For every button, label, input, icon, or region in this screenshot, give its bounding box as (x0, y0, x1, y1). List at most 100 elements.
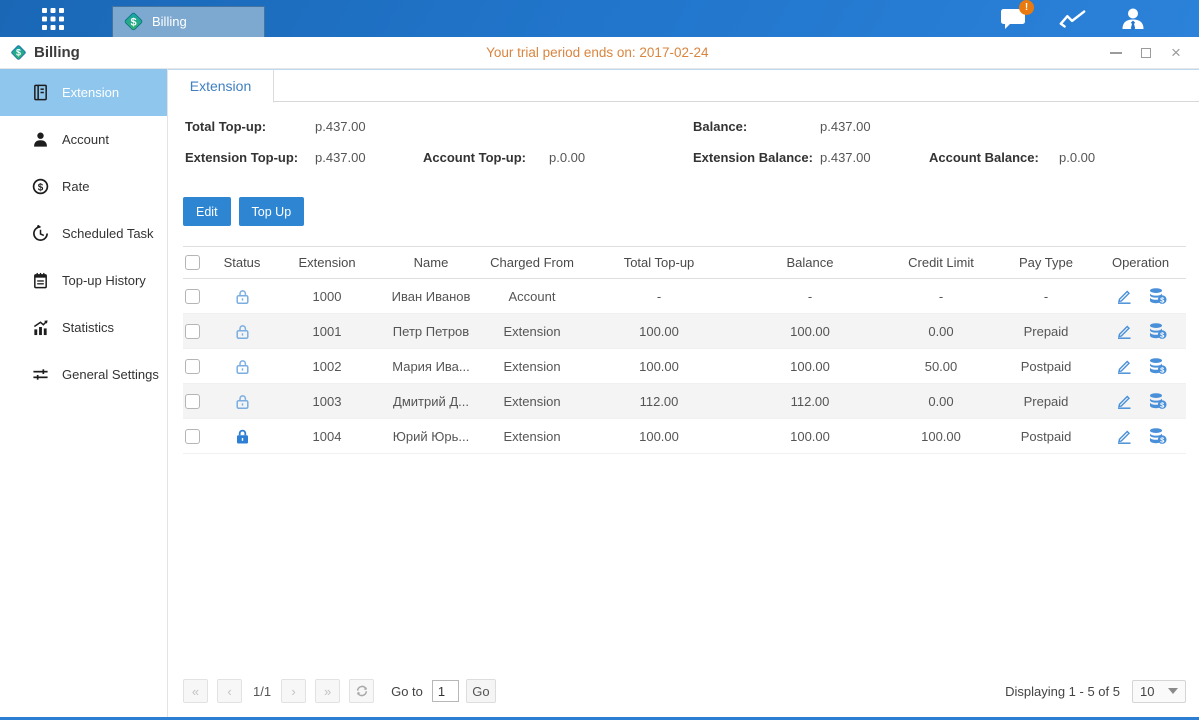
cell-credit-limit: - (885, 289, 997, 304)
app-grid-icon[interactable] (34, 0, 72, 37)
maximize-button[interactable] (1139, 46, 1153, 60)
sidebar-item-statistics[interactable]: Statistics (0, 304, 167, 351)
grid-dots-icon (42, 8, 64, 30)
edit-row-icon[interactable] (1115, 322, 1133, 340)
account-balance-label: Account Balance: (929, 150, 1039, 165)
edit-row-icon[interactable] (1115, 357, 1133, 375)
top-up-row-icon[interactable]: $ (1148, 357, 1167, 375)
cell-total-topup: 112.00 (583, 394, 735, 409)
unlocked-icon (234, 288, 251, 305)
sidebar-item-topup-history[interactable]: Top-up History (0, 257, 167, 304)
table-header: Status Extension Name Charged From Total… (183, 246, 1186, 279)
cell-total-topup: - (583, 289, 735, 304)
general-settings-sliders-icon (31, 366, 49, 384)
cell-operation: $ (1095, 357, 1186, 375)
row-checkbox[interactable] (185, 289, 200, 304)
goto-page-input[interactable] (432, 680, 459, 702)
top-up-button[interactable]: Top Up (239, 197, 305, 226)
row-checkbox[interactable] (185, 429, 200, 444)
sidebar: Extension Account $ Rat (0, 69, 168, 717)
sidebar-item-rate[interactable]: $ Rate (0, 163, 167, 210)
extension-balance-label: Extension Balance: (693, 150, 813, 165)
extension-topup-label: Extension Top-up: (185, 150, 298, 165)
edit-button[interactable]: Edit (183, 197, 231, 226)
cell-operation: $ (1095, 287, 1186, 305)
cell-total-topup: 100.00 (583, 359, 735, 374)
status-cell (211, 428, 273, 445)
prev-page-button[interactable]: ‹ (217, 679, 242, 703)
taskbar-tab-billing[interactable]: $ Billing (112, 6, 265, 37)
statistics-monitor-icon[interactable] (1059, 6, 1087, 32)
top-system-bar: $ Billing ! (0, 0, 1199, 37)
tab-extension[interactable]: Extension (168, 70, 274, 103)
sidebar-item-label: Rate (62, 179, 89, 194)
cell-extension: 1003 (273, 394, 381, 409)
total-topup-value: p.437.00 (315, 119, 366, 134)
row-checkbox[interactable] (185, 359, 200, 374)
refresh-button[interactable] (349, 679, 374, 703)
top-up-row-icon[interactable]: $ (1148, 287, 1167, 305)
cell-balance: 100.00 (735, 429, 885, 444)
sidebar-item-scheduled-task[interactable]: Scheduled Task (0, 210, 167, 257)
top-up-row-icon[interactable]: $ (1148, 427, 1167, 445)
next-page-button[interactable]: › (281, 679, 306, 703)
trial-notice: Your trial period ends on: 2017-02-24 (486, 45, 708, 60)
tab-bar: Extension (168, 69, 1199, 102)
unlocked-icon (234, 358, 251, 375)
page-size-value: 10 (1140, 684, 1154, 699)
account-person-icon (31, 131, 49, 149)
sidebar-item-general-settings[interactable]: General Settings (0, 351, 167, 398)
extension-table: Status Extension Name Charged From Total… (183, 246, 1186, 454)
col-operation: Operation (1095, 255, 1186, 270)
first-page-button[interactable]: « (183, 679, 208, 703)
notification-badge: ! (1019, 0, 1034, 15)
edit-row-icon[interactable] (1115, 427, 1133, 445)
row-checkbox[interactable] (185, 324, 200, 339)
main-panel: Extension Total Top-up: p.437.00 Balance… (168, 69, 1199, 717)
last-page-button[interactable]: » (315, 679, 340, 703)
top-up-row-icon[interactable]: $ (1148, 392, 1167, 410)
billing-app-icon: $ (123, 11, 144, 32)
close-button[interactable]: × (1169, 46, 1183, 60)
status-cell (211, 358, 273, 375)
edit-row-icon[interactable] (1115, 287, 1133, 305)
unlocked-icon (234, 323, 251, 340)
pagination-bar: « ‹ 1/1 › » Go to Go (183, 673, 1186, 717)
sidebar-item-label: Statistics (62, 320, 114, 335)
cell-pay-type: Postpaid (997, 359, 1095, 374)
topup-history-notepad-icon (31, 272, 49, 290)
sidebar-item-extension[interactable]: Extension (0, 69, 167, 116)
sidebar-item-account[interactable]: Account (0, 116, 167, 163)
cell-name: Дмитрий Д... (381, 394, 481, 409)
status-cell (211, 288, 273, 305)
cell-pay-type: Prepaid (997, 394, 1095, 409)
account-topup-value: p.0.00 (549, 150, 585, 165)
account-topup-label: Account Top-up: (423, 150, 526, 165)
cell-credit-limit: 50.00 (885, 359, 997, 374)
edit-row-icon[interactable] (1115, 392, 1133, 410)
status-cell (211, 393, 273, 410)
select-all-checkbox[interactable] (185, 255, 200, 270)
rate-dollar-icon: $ (31, 178, 49, 196)
user-account-icon[interactable] (1119, 6, 1147, 32)
messages-icon[interactable]: ! (999, 6, 1027, 32)
billing-window: $ Billing Your trial period ends on: 201… (0, 37, 1199, 717)
extension-topup-value: p.437.00 (315, 150, 366, 165)
col-pay-type: Pay Type (997, 255, 1095, 270)
refresh-icon (355, 684, 369, 698)
minimize-button[interactable] (1109, 46, 1123, 60)
cell-balance: 100.00 (735, 324, 885, 339)
row-checkbox[interactable] (185, 394, 200, 409)
cell-name: Юрий Юрь... (381, 429, 481, 444)
go-button[interactable]: Go (466, 679, 496, 703)
sidebar-item-label: Extension (62, 85, 119, 100)
cell-charged-from: Extension (481, 394, 583, 409)
sidebar-item-label: Top-up History (62, 273, 146, 288)
top-up-row-icon[interactable]: $ (1148, 322, 1167, 340)
unlocked-icon (234, 393, 251, 410)
col-name: Name (381, 255, 481, 270)
cell-charged-from: Extension (481, 429, 583, 444)
page-size-select[interactable]: 10 (1132, 680, 1186, 703)
cell-charged-from: Extension (481, 324, 583, 339)
cell-credit-limit: 100.00 (885, 429, 997, 444)
